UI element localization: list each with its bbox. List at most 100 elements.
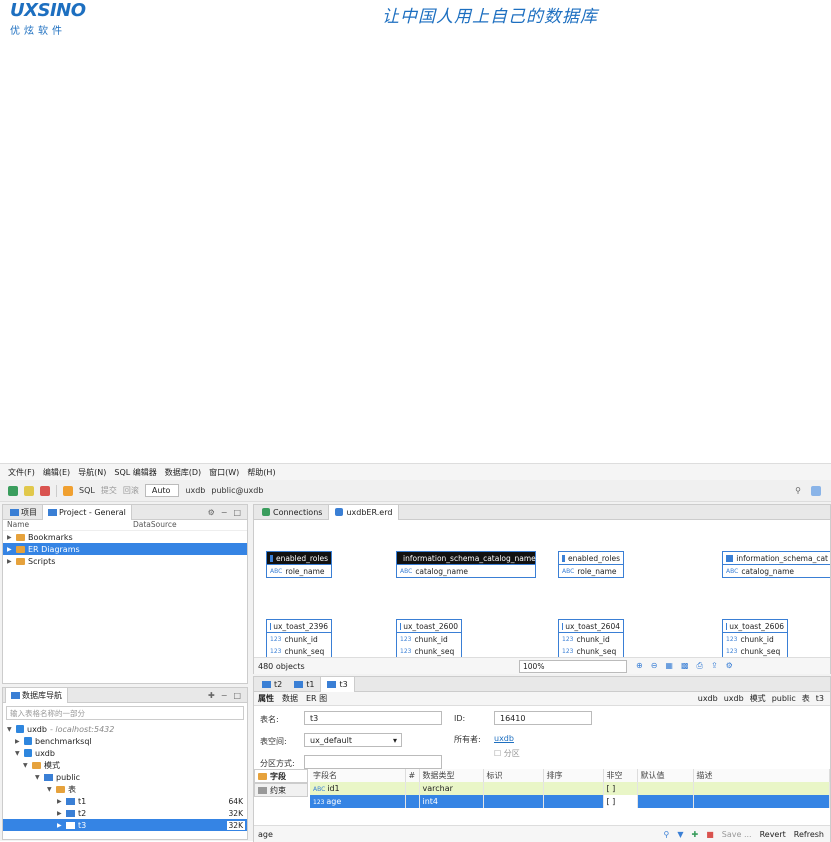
expand-icon[interactable]: ▼ [7, 726, 13, 733]
menu-edit[interactable]: 编辑(E) [43, 467, 70, 478]
delete-icon[interactable]: ■ [706, 830, 714, 839]
tab-database-navigator[interactable]: 数据库导航 [5, 688, 68, 703]
expand-icon[interactable]: ▶ [15, 738, 21, 745]
menu-help[interactable]: 帮助(H) [247, 467, 275, 478]
tree-table-t2[interactable]: ▶t232K [3, 807, 247, 819]
side-tab-columns[interactable]: 字段 [254, 769, 308, 783]
col-header-notnull[interactable]: 非空 [603, 769, 637, 782]
maximize-icon[interactable]: □ [233, 508, 241, 517]
settings-icon[interactable]: ⚙ [208, 508, 215, 517]
entity-box[interactable]: ux_toast_2604 123chunk_id 123chunk_seq [558, 619, 624, 657]
col-datasource[interactable]: DataSource [133, 520, 177, 530]
revert-button[interactable]: Revert [760, 830, 786, 839]
cell-default[interactable] [637, 782, 693, 795]
tab-connections[interactable]: Connections [256, 505, 328, 520]
entity-box[interactable]: ux_toast_2606 123chunk_id 123chunk_seq [722, 619, 788, 657]
expand-icon[interactable]: ▼ [35, 774, 41, 781]
expand-icon[interactable]: ▼ [23, 762, 29, 769]
sql-editor-icon[interactable] [63, 486, 73, 496]
crumb-connection[interactable]: uxdb [698, 694, 718, 703]
print-icon[interactable]: ⎙ [697, 661, 703, 671]
add-icon[interactable]: ✚ [692, 830, 699, 839]
subtab-er-diagram[interactable]: ER 图 [306, 693, 327, 704]
tree-item-bookmarks[interactable]: ▶Bookmarks [3, 531, 247, 543]
menu-navigate[interactable]: 导航(N) [78, 467, 106, 478]
sql-button[interactable]: SQL [79, 486, 95, 495]
tree-item-er-diagrams[interactable]: ▶ER Diagrams [3, 543, 247, 555]
cell-notnull[interactable]: [ ] [603, 782, 637, 795]
cell-name[interactable]: ABC id1 [310, 782, 405, 795]
layout-icon[interactable]: ▦ [665, 661, 673, 671]
col-header-default[interactable]: 默认值 [637, 769, 693, 782]
crumb-table[interactable]: t3 [816, 694, 824, 703]
subtab-properties[interactable]: 属性 [258, 693, 274, 704]
search-icon[interactable]: ⚲ [795, 486, 801, 495]
col-name[interactable]: Name [3, 520, 133, 530]
menu-sql-editor[interactable]: SQL 编辑器 [114, 467, 156, 478]
filter-icon[interactable]: ▼ [677, 830, 683, 839]
entity-box[interactable]: information_schema_catalog_name ABCcatal… [396, 551, 536, 578]
cell-collation[interactable] [543, 782, 603, 795]
cell-identity[interactable] [483, 795, 543, 808]
entity-box[interactable]: information_schema_cat ABCcatalog_name [722, 551, 830, 578]
expand-icon[interactable]: ▶ [57, 798, 63, 805]
crumb-schemas[interactable]: 模式 [750, 693, 766, 704]
perspective-icon[interactable] [811, 486, 821, 496]
datasource-select[interactable]: uxdb [185, 486, 205, 495]
cell-number[interactable] [405, 782, 419, 795]
tab-project-general[interactable]: Project - General [42, 505, 132, 520]
table-filter-input[interactable]: 输入表格名称的一部分 [6, 706, 244, 720]
menu-file[interactable]: 文件(F) [8, 467, 35, 478]
expand-icon[interactable]: ▶ [7, 546, 13, 553]
tab-t2[interactable]: t2 [256, 677, 288, 692]
settings-icon[interactable]: ⚙ [726, 661, 733, 671]
refresh-button[interactable]: Refresh [794, 830, 824, 839]
subtab-data[interactable]: 数据 [282, 693, 298, 704]
tree-tables[interactable]: ▼表 [3, 783, 247, 795]
entity-box[interactable]: ux_toast_2600 123chunk_id 123chunk_seq [396, 619, 462, 657]
minimize-icon[interactable]: □ [233, 691, 241, 700]
table-row[interactable]: ABC id1 varchar [ ] [310, 782, 830, 795]
disconnect-icon[interactable] [40, 486, 50, 496]
tab-t3[interactable]: t3 [320, 677, 354, 692]
schema-select[interactable]: public@uxdb [211, 486, 263, 495]
zoom-in-icon[interactable]: ⊕ [636, 661, 643, 671]
tree-schemas[interactable]: ▼模式 [3, 759, 247, 771]
cell-default[interactable] [637, 795, 693, 808]
search-icon[interactable]: ⚲ [663, 830, 669, 839]
commit-button[interactable]: 提交 [101, 485, 117, 496]
cell-type[interactable]: varchar [419, 782, 483, 795]
tablespace-select[interactable]: ux_default▾ [304, 733, 402, 747]
id-input[interactable]: 16410 [494, 711, 592, 725]
col-header-description[interactable]: 描述 [693, 769, 830, 782]
cell-collation[interactable] [543, 795, 603, 808]
entity-box[interactable]: enabled_roles ABCrole_name [558, 551, 624, 578]
expand-icon[interactable]: ▶ [57, 822, 63, 829]
owner-link[interactable]: uxdb [494, 734, 514, 743]
tab-t1[interactable]: t1 [288, 677, 320, 692]
connect-icon[interactable] [24, 486, 34, 496]
col-header-number[interactable]: # [405, 769, 419, 782]
col-header-name[interactable]: 字段名 [310, 769, 405, 782]
collapse-icon[interactable]: − [221, 691, 228, 700]
crumb-tables[interactable]: 表 [802, 693, 810, 704]
cell-name[interactable]: 123 age [310, 795, 405, 808]
tree-db-benchmarksql[interactable]: ▶benchmarksql [3, 735, 247, 747]
tree-item-scripts[interactable]: ▶Scripts [3, 555, 247, 567]
cell-description[interactable] [693, 795, 830, 808]
tree-table-t3[interactable]: ▶t332K [3, 819, 247, 831]
expand-icon[interactable]: ▼ [15, 750, 21, 757]
tree-table-t1[interactable]: ▶t164K [3, 795, 247, 807]
zoom-out-icon[interactable]: ⊖ [651, 661, 658, 671]
transaction-mode-select[interactable]: Auto [145, 484, 180, 497]
minimize-icon[interactable]: − [221, 508, 228, 517]
zoom-select[interactable]: 100% [519, 660, 627, 673]
col-header-collation[interactable]: 排序 [543, 769, 603, 782]
cell-identity[interactable] [483, 782, 543, 795]
col-header-identity[interactable]: 标识 [483, 769, 543, 782]
cell-type[interactable]: int4 [419, 795, 483, 808]
tree-schema-public[interactable]: ▼public [3, 771, 247, 783]
menu-window[interactable]: 窗口(W) [209, 467, 239, 478]
menu-database[interactable]: 数据库(D) [165, 467, 201, 478]
tab-er-diagram[interactable]: uxdbER.erd [328, 505, 399, 520]
